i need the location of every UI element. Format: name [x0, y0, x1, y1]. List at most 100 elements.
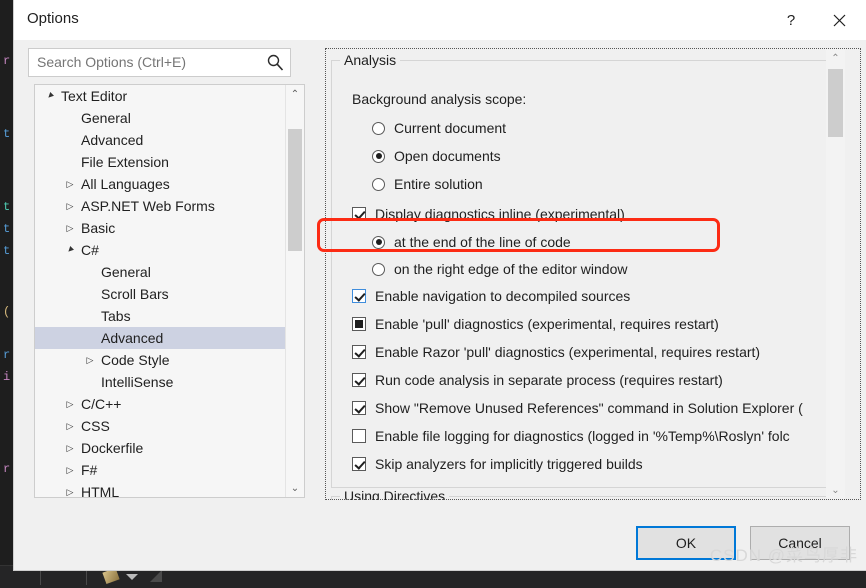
expand-arrow-closed-icon[interactable]: ▷ [63, 415, 77, 437]
question-mark-icon: ? [786, 11, 796, 29]
search-input[interactable] [37, 54, 257, 70]
radio-icon[interactable] [372, 121, 385, 135]
options-tree[interactable]: ▲ Text Editor General Advanced File Extensio… [34, 84, 305, 498]
tree-scroll-down-button[interactable]: ⌄ [286, 479, 304, 497]
tree-scrollbar[interactable]: ⌃ ⌄ [285, 85, 304, 497]
tree-scroll-up-button[interactable]: ⌃ [286, 85, 304, 103]
tree-item-label: Advanced [101, 330, 164, 346]
radio-label: Entire solution [394, 176, 483, 192]
checkbox-option-3[interactable]: Run code analysis in separate process (r… [352, 369, 723, 391]
search-box[interactable] [28, 48, 291, 77]
tree-item-asp-net-web-forms[interactable]: ▷ ASP.NET Web Forms [35, 195, 285, 217]
checkbox-option-1[interactable]: Enable 'pull' diagnostics (experimental,… [352, 313, 719, 335]
expand-arrow-closed-icon[interactable]: ▷ [63, 195, 77, 217]
tree-item-label: Advanced [81, 132, 144, 148]
analysis-groupbox: Analysis Background analysis scope: Curr… [331, 52, 835, 488]
radio-icon[interactable] [372, 235, 385, 249]
background-scope-label: Background analysis scope: [352, 91, 527, 107]
radio-label: on the right edge of the editor window [394, 261, 628, 277]
tree-scrollbar-thumb[interactable] [288, 129, 302, 251]
radio-icon[interactable] [372, 262, 385, 276]
radio-current-document[interactable]: Current document [372, 117, 506, 139]
checkbox-label: Show "Remove Unused References" command … [375, 400, 803, 416]
tree-item-f[interactable]: ▷ F# [35, 459, 285, 481]
checkbox-icon[interactable] [352, 457, 366, 471]
code-fragment: ( [3, 305, 11, 319]
tree-item-general[interactable]: General [35, 107, 285, 129]
taskbar-tool-icon[interactable] [102, 567, 120, 585]
checkbox-icon[interactable] [352, 401, 366, 415]
expand-arrow-open-icon[interactable]: ▲ [37, 85, 62, 109]
cancel-button[interactable]: Cancel [750, 526, 850, 560]
tree-item-basic[interactable]: ▷ Basic [35, 217, 285, 239]
expand-arrow-closed-icon[interactable]: ▷ [63, 481, 77, 497]
radio-inline-position-0[interactable]: at the end of the line of code [372, 231, 571, 253]
close-button[interactable] [816, 0, 862, 40]
expand-arrow-closed-icon[interactable]: ▷ [63, 437, 77, 459]
tree-item-text-editor[interactable]: ▲ Text Editor [35, 85, 285, 107]
tree-item-tabs[interactable]: Tabs [35, 305, 285, 327]
checkbox-icon[interactable] [352, 345, 366, 359]
checkbox-icon[interactable] [352, 429, 366, 443]
expand-arrow-closed-icon[interactable]: ▷ [63, 393, 77, 415]
checkbox-option-5[interactable]: Enable file logging for diagnostics (log… [352, 425, 790, 447]
expand-arrow-closed-icon[interactable]: ▷ [63, 217, 77, 239]
radio-inline-position-1[interactable]: on the right edge of the editor window [372, 258, 628, 280]
tree-item-general[interactable]: General [35, 261, 285, 283]
panel-scrollbar[interactable]: ⌃ ⌄ [826, 49, 845, 499]
help-button[interactable]: ? [768, 0, 814, 40]
tree-item-file-extension[interactable]: File Extension [35, 151, 285, 173]
taskbar-triangle-icon[interactable] [150, 570, 162, 582]
taskbar-chevron-down-icon[interactable] [126, 574, 138, 580]
code-fragment: t [3, 200, 11, 214]
tree-item-css[interactable]: ▷ CSS [35, 415, 285, 437]
tree-item-all-languages[interactable]: ▷ All Languages [35, 173, 285, 195]
checkbox-icon[interactable] [352, 317, 366, 331]
checkbox-icon[interactable] [352, 207, 366, 221]
checkbox-icon[interactable] [352, 289, 366, 303]
tree-item-dockerfile[interactable]: ▷ Dockerfile [35, 437, 285, 459]
tree-item-html[interactable]: ▷ HTML [35, 481, 285, 497]
tree-item-c[interactable]: ▲ C# [35, 239, 285, 261]
expand-arrow-closed-icon[interactable]: ▷ [63, 459, 77, 481]
radio-label: at the end of the line of code [394, 234, 571, 250]
close-icon [833, 14, 845, 26]
panel-scroll-down-button[interactable]: ⌄ [826, 481, 845, 499]
panel-scroll-up-button[interactable]: ⌃ [826, 49, 845, 67]
radio-icon[interactable] [372, 177, 385, 191]
tree-item-label: Dockerfile [81, 440, 144, 456]
code-fragment: r [3, 348, 11, 362]
expand-arrow-closed-icon[interactable]: ▷ [83, 349, 97, 371]
tree-item-intellisense[interactable]: IntelliSense [35, 371, 285, 393]
tree-item-advanced[interactable]: Advanced [35, 327, 285, 349]
code-fragment: t [3, 222, 11, 236]
expand-arrow-open-icon[interactable]: ▲ [57, 237, 82, 262]
tree-item-label: General [81, 110, 131, 126]
tree-item-label: CSS [81, 418, 110, 434]
tree-item-label: Scroll Bars [101, 286, 169, 302]
tree-item-list: ▲ Text Editor General Advanced File Extensio… [35, 85, 285, 497]
expand-arrow-closed-icon[interactable]: ▷ [63, 173, 77, 195]
tree-item-scroll-bars[interactable]: Scroll Bars [35, 283, 285, 305]
radio-open-documents[interactable]: Open documents [372, 145, 501, 167]
radio-entire-solution[interactable]: Entire solution [372, 173, 483, 195]
checkbox-option-4[interactable]: Show "Remove Unused References" command … [352, 397, 803, 419]
chevron-down-icon: ⌄ [831, 484, 840, 496]
code-fragment: t [3, 127, 11, 141]
radio-icon[interactable] [372, 149, 385, 163]
tree-item-code-style[interactable]: ▷ Code Style [35, 349, 285, 371]
checkbox-label: Enable navigation to decompiled sources [375, 288, 631, 304]
checkbox-label: Enable 'pull' diagnostics (experimental,… [375, 316, 719, 332]
code-fragment: t [3, 244, 11, 258]
checkbox-display-diagnostics-inline[interactable]: Display diagnostics inline (experimental… [352, 203, 625, 225]
ok-button[interactable]: OK [636, 526, 736, 560]
checkbox-option-2[interactable]: Enable Razor 'pull' diagnostics (experim… [352, 341, 760, 363]
checkbox-option-6[interactable]: Skip analyzers for implicitly triggered … [352, 453, 643, 475]
search-icon[interactable] [266, 53, 284, 77]
tree-item-c-c[interactable]: ▷ C/C++ [35, 393, 285, 415]
checkbox-icon[interactable] [352, 373, 366, 387]
tree-item-advanced[interactable]: Advanced [35, 129, 285, 151]
options-dialog: Options ? ▲Text EditorGen [14, 0, 866, 570]
panel-scrollbar-thumb[interactable] [828, 69, 843, 137]
checkbox-option-0[interactable]: Enable navigation to decompiled sources [352, 285, 630, 307]
